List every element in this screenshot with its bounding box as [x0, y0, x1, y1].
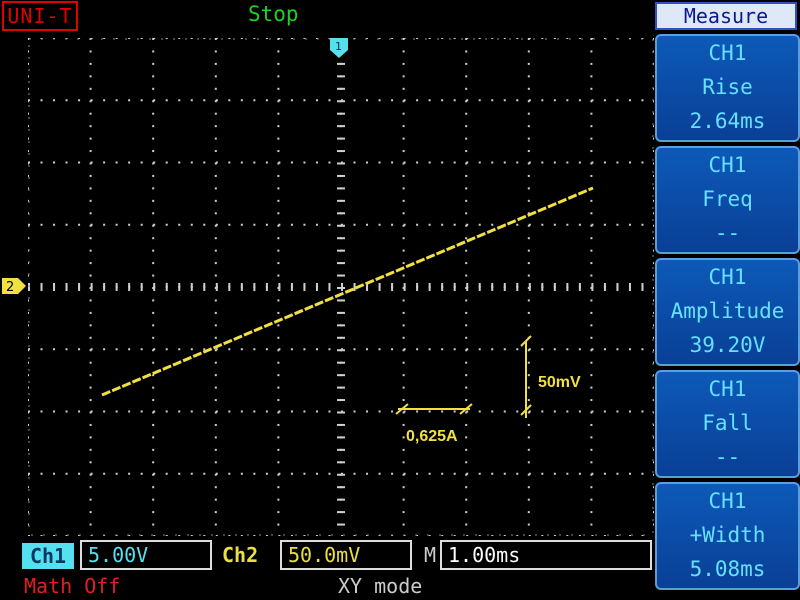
measure-value: 39.20V: [689, 333, 766, 357]
measure-name: Fall: [702, 411, 753, 435]
display-mode: XY mode: [338, 574, 423, 598]
xy-trace: [101, 186, 594, 397]
ch2-tag[interactable]: Ch2: [222, 543, 258, 567]
ch2-marker-label: 2: [6, 280, 14, 295]
ch1-tag[interactable]: Ch1: [22, 543, 74, 569]
brand-logo: UNI-T: [2, 1, 78, 31]
timebase-box[interactable]: 1.00ms: [440, 540, 652, 570]
measure-channel: CH1: [708, 489, 747, 513]
measure-channel: CH1: [708, 377, 747, 401]
scale-label-y: 50mV: [538, 374, 581, 391]
ch2-level-marker-icon[interactable]: 2: [2, 276, 30, 296]
math-status: Math Off: [24, 574, 121, 598]
measure-panel-4[interactable]: CH1 Fall --: [655, 370, 800, 478]
measure-name: +Width: [689, 523, 766, 547]
graticule: [28, 38, 654, 536]
ch1-scale-box[interactable]: 5.00V: [80, 540, 212, 570]
measure-value: --: [714, 445, 741, 469]
measure-value: --: [714, 221, 741, 245]
measure-name: Freq: [702, 187, 753, 211]
ch2-scale-box[interactable]: 50.0mV: [280, 540, 412, 570]
timebase-tag: M: [424, 543, 437, 567]
measure-panel-5[interactable]: CH1 +Width 5.08ms: [655, 482, 800, 590]
measure-panel-3[interactable]: CH1 Amplitude 39.20V: [655, 258, 800, 366]
measure-value: 2.64ms: [689, 109, 766, 133]
measure-panel-2[interactable]: CH1 Freq --: [655, 146, 800, 254]
measure-panel-1[interactable]: CH1 Rise 2.64ms: [655, 34, 800, 142]
measure-name: Rise: [702, 75, 753, 99]
measure-channel: CH1: [708, 153, 747, 177]
measure-channel: CH1: [708, 41, 747, 65]
scale-label-x: 0,625A: [406, 428, 458, 445]
measure-channel: CH1: [708, 265, 747, 289]
scope-screen: 0,625A 50mV 1: [28, 38, 654, 536]
measure-name: Amplitude: [670, 299, 785, 323]
measure-value: 5.08ms: [689, 557, 766, 581]
menu-title-measure[interactable]: Measure: [655, 2, 797, 30]
run-status: Stop: [248, 2, 299, 26]
trigger-marker-label: 1: [335, 40, 342, 53]
